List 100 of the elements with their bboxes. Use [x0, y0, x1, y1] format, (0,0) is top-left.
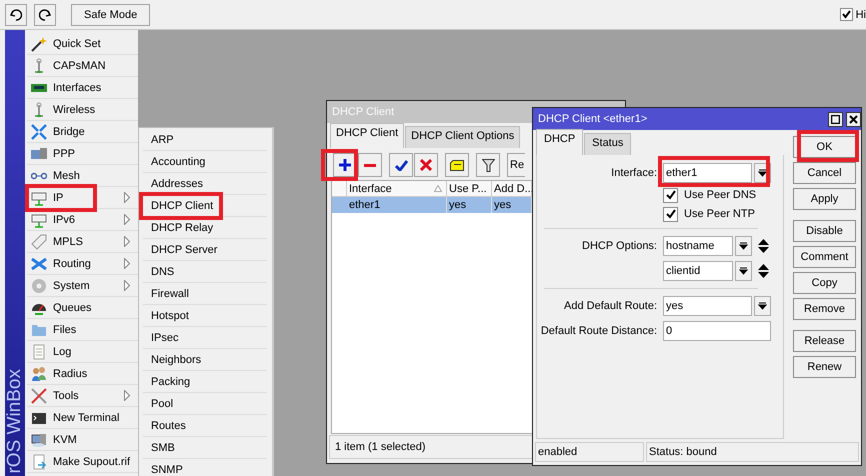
submenu-item[interactable]: Pool: [143, 393, 267, 415]
menu-item[interactable]: Routing: [27, 253, 138, 275]
submenu-item[interactable]: SMB: [143, 437, 267, 459]
menu-item[interactable]: MPLS: [27, 231, 138, 253]
submenu-item[interactable]: IPsec: [143, 327, 267, 349]
tab[interactable]: DHCP: [536, 129, 584, 155]
submenu-item[interactable]: DHCP Server: [143, 239, 267, 261]
table-cell: yes: [447, 197, 492, 213]
dialog-button[interactable]: Cancel: [793, 162, 856, 184]
menu-item[interactable]: Radius: [27, 363, 138, 385]
submenu-item[interactable]: Routes: [143, 415, 267, 437]
submenu-item[interactable]: Packing: [143, 371, 267, 393]
menu-item[interactable]: Log: [27, 341, 138, 363]
funnel-button[interactable]: [476, 153, 500, 177]
submenu-item[interactable]: Addresses: [143, 173, 267, 195]
checkbox[interactable]: [663, 206, 678, 222]
redo-button[interactable]: [34, 4, 56, 26]
note-button[interactable]: [445, 153, 469, 177]
status-text: Status: bound: [646, 442, 859, 462]
status-text: enabled: [535, 442, 644, 462]
submenu-item[interactable]: Firewall: [143, 283, 267, 305]
column-header[interactable]: Interface: [347, 181, 447, 197]
people-icon: [31, 366, 47, 382]
dialog-button[interactable]: Copy: [793, 272, 856, 294]
document-icon: [31, 454, 47, 470]
redo-icon: [39, 8, 51, 20]
dialog-button[interactable]: Comment: [793, 246, 856, 268]
submenu-item[interactable]: Hotspot: [143, 305, 267, 327]
dropdown-field[interactable]: ether1: [663, 163, 752, 183]
checkbox-label: Hi: [856, 8, 866, 20]
plus-icon: [339, 159, 351, 171]
menu-item[interactable]: New Terminal: [27, 407, 138, 429]
menu-item[interactable]: KVM: [27, 429, 138, 451]
dropdown-field[interactable]: yes: [663, 296, 752, 316]
column-header[interactable]: Add D...: [492, 181, 532, 197]
window-title: DHCP Client <ether1>: [538, 113, 648, 125]
column-header[interactable]: Use P...: [447, 181, 492, 197]
input-field[interactable]: 0: [663, 321, 771, 341]
menu-item[interactable]: Make Supout.rif: [27, 451, 138, 473]
menu-item[interactable]: IPv6: [27, 209, 138, 231]
toolbar-button[interactable]: Re: [507, 153, 525, 177]
reorder-arrows-icon[interactable]: [758, 264, 769, 278]
funnel-icon: [482, 158, 494, 172]
menu-item[interactable]: System: [27, 275, 138, 297]
dialog-button[interactable]: Disable: [793, 220, 856, 242]
safe-mode-button[interactable]: Safe Mode: [71, 4, 150, 26]
checkbox[interactable]: [840, 8, 853, 21]
submenu-item[interactable]: DHCP Client: [143, 195, 267, 217]
monitor-icon: [31, 432, 47, 448]
checkbox[interactable]: [663, 188, 678, 202]
field-label: Add Default Route:: [563, 300, 657, 312]
submenu-item[interactable]: DHCP Relay: [143, 217, 267, 239]
dialog-button[interactable]: Apply: [793, 188, 856, 210]
cross-icon: [420, 159, 432, 171]
tab[interactable]: DHCP Client Options: [405, 126, 520, 148]
field-label: Default Route Distance:: [540, 325, 657, 337]
checkmark-button[interactable]: [389, 153, 413, 177]
menu-item[interactable]: Files: [27, 319, 138, 341]
reorder-arrows-icon[interactable]: [758, 239, 769, 253]
submenu-item[interactable]: ARP: [143, 129, 267, 151]
table-cell: ether1: [347, 197, 447, 213]
close-icon: [849, 114, 858, 124]
submenu-item[interactable]: Accounting: [143, 151, 267, 173]
dropdown-arrow-icon: [758, 302, 767, 310]
tab[interactable]: Status: [584, 133, 632, 155]
minus-button[interactable]: [358, 153, 382, 177]
arrows-icon: [31, 256, 47, 272]
undo-icon: [10, 8, 22, 20]
maximize-button[interactable]: [828, 112, 843, 126]
tools-icon: [31, 388, 47, 404]
dropdown-button[interactable]: [735, 261, 752, 281]
cross-button[interactable]: [414, 153, 438, 177]
wand-icon: [31, 36, 47, 52]
tab[interactable]: DHCP Client: [330, 123, 404, 148]
arrows-icon: [31, 124, 47, 140]
submenu-item[interactable]: Neighbors: [143, 349, 267, 371]
menu-item[interactable]: IP: [27, 187, 138, 209]
dropdown-field[interactable]: clientid: [663, 261, 733, 281]
checkbox-label: Use Peer DNS: [684, 189, 756, 201]
dropdown-arrow-icon: [739, 242, 748, 250]
undo-button[interactable]: [5, 4, 27, 26]
submenu-item[interactable]: DNS: [143, 261, 267, 283]
maximize-icon: [831, 114, 840, 124]
minus-icon: [364, 164, 376, 166]
tag-icon: [31, 234, 47, 250]
dialog-button[interactable]: Release: [793, 330, 856, 352]
menu-item[interactable]: Interfaces: [27, 77, 138, 99]
close-button[interactable]: [846, 112, 861, 126]
dropdown-button[interactable]: [754, 296, 771, 316]
monitor-icon: [31, 146, 47, 162]
network-icon: [31, 190, 47, 206]
dropdown-field[interactable]: hostname: [663, 236, 733, 256]
dropdown-button[interactable]: [735, 236, 752, 256]
menu-item[interactable]: Tools: [27, 385, 138, 407]
dialog-button[interactable]: Remove: [793, 298, 856, 320]
field-label: DHCP Options:: [581, 240, 657, 252]
menu-item[interactable]: PPP: [27, 143, 138, 165]
dialog-button[interactable]: OK: [793, 136, 856, 158]
dialog-button[interactable]: Renew: [793, 356, 856, 378]
submenu-item[interactable]: SNMP: [143, 459, 267, 476]
